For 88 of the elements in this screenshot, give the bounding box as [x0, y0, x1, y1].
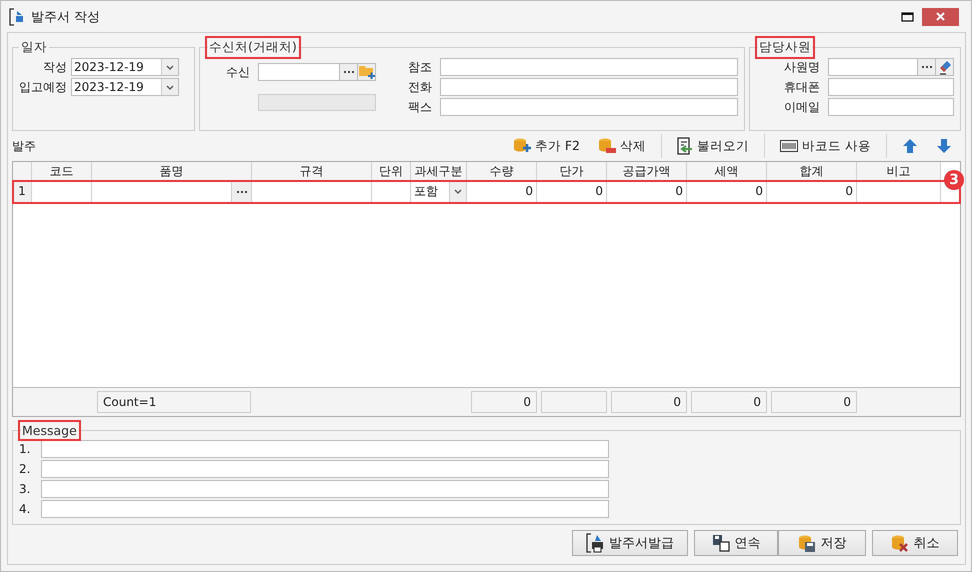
toolbar-button[interactable]: 바코드 사용	[771, 134, 880, 158]
line-number: 4.	[19, 502, 32, 516]
database-plus-icon	[512, 137, 531, 155]
action-button[interactable]: 연속	[694, 530, 778, 556]
line-number: 3.	[19, 482, 32, 496]
date-picker[interactable]: 2023-12-19	[71, 58, 179, 76]
total-cell: 0	[691, 391, 767, 413]
field-label: 이메일	[783, 98, 820, 116]
action-button[interactable]: 발주서발급	[572, 530, 688, 556]
action-button[interactable]: 취소	[872, 530, 958, 556]
field-label: 작성	[42, 58, 67, 76]
message-field[interactable]	[41, 480, 609, 498]
date-picker[interactable]: 2023-12-19	[71, 78, 179, 96]
eraser-icon	[938, 60, 952, 74]
column-header[interactable]: 단가	[537, 162, 607, 181]
message-field[interactable]	[41, 440, 609, 458]
line-number: 2.	[19, 462, 32, 476]
folder-plus-icon	[358, 65, 374, 79]
chevron-down-icon	[454, 189, 462, 194]
table-cell[interactable]: 0	[607, 181, 687, 203]
input-field[interactable]	[828, 58, 918, 76]
column-header[interactable]: 코드	[32, 162, 92, 181]
total-cell	[541, 391, 607, 413]
input-field[interactable]	[440, 98, 738, 116]
field-label: 사원명	[783, 58, 820, 76]
column-header[interactable]: 규격	[252, 162, 372, 181]
group-title: Message	[21, 423, 78, 438]
up-arrow-icon	[902, 138, 918, 154]
input-field[interactable]	[440, 78, 738, 96]
group-title: 담당사원	[758, 39, 812, 56]
printer-document-icon	[586, 533, 604, 553]
close-icon	[936, 12, 945, 21]
row-number: 1	[13, 181, 32, 203]
close-button[interactable]	[922, 8, 959, 26]
database-disk-icon	[798, 534, 816, 552]
lookup-button[interactable]	[231, 181, 251, 202]
total-cell: 0	[611, 391, 687, 413]
input-field[interactable]	[440, 58, 738, 76]
group-title: 수신처(거래처)	[208, 39, 298, 56]
field-label: 참조	[407, 58, 432, 76]
field-label: 입고예정	[19, 78, 67, 96]
clear-button[interactable]	[936, 58, 954, 76]
lookup-button[interactable]	[918, 58, 936, 76]
column-header[interactable]: 수량	[467, 162, 537, 181]
column-header[interactable]: 과세구분	[411, 162, 467, 181]
chevron-down-icon	[166, 84, 174, 90]
toolbar-button[interactable]: 불러오기	[668, 134, 758, 158]
tax-type-dropdown[interactable]: 포함	[411, 181, 467, 203]
table-cell[interactable]: 0	[767, 181, 857, 203]
document-arrow-icon	[677, 137, 694, 155]
barcode-icon	[780, 140, 798, 152]
column-header[interactable]: 합계	[767, 162, 857, 181]
input-field[interactable]	[828, 78, 954, 96]
field-label: 수신	[225, 64, 250, 80]
maximize-button[interactable]	[900, 10, 916, 24]
section-title: 발주	[12, 138, 37, 154]
table-cell[interactable]: 0	[687, 181, 767, 203]
lookup-button[interactable]	[340, 63, 358, 81]
column-header[interactable]: 단위	[372, 162, 411, 181]
field-label: 팩스	[407, 98, 432, 116]
field-label: 휴대폰	[783, 78, 820, 96]
message-field[interactable]	[41, 460, 609, 478]
input-field[interactable]	[828, 98, 954, 116]
total-cell: 0	[771, 391, 857, 413]
input-field[interactable]	[258, 63, 340, 81]
count-cell: Count=1	[97, 391, 251, 413]
toolbar-button[interactable]: 추가 F2	[504, 134, 590, 158]
copy-save-icon	[712, 534, 730, 552]
toolbar-button[interactable]: 삭제	[589, 134, 656, 158]
database-minus-icon	[598, 137, 616, 155]
column-header[interactable]: 비고	[857, 162, 941, 181]
table-cell[interactable]: 0	[467, 181, 537, 203]
down-arrow-icon	[936, 138, 952, 154]
field-label: 전화	[407, 78, 432, 96]
column-header[interactable]: 품명	[92, 162, 252, 181]
column-header[interactable]: 공급가액	[607, 162, 687, 181]
action-button[interactable]: 저장	[778, 530, 866, 556]
line-number: 1.	[19, 442, 32, 456]
step-badge: 3	[944, 170, 964, 190]
column-header[interactable]: 세액	[687, 162, 767, 181]
chevron-down-icon	[166, 64, 174, 70]
total-cell: 0	[471, 391, 537, 413]
add-folder-button[interactable]	[358, 63, 376, 81]
window-title: 발주서 작성	[31, 8, 102, 26]
database-cross-icon	[890, 534, 908, 552]
table-cell[interactable]: 0	[537, 181, 607, 203]
group-title: 일자	[20, 39, 48, 56]
message-field[interactable]	[41, 500, 609, 518]
